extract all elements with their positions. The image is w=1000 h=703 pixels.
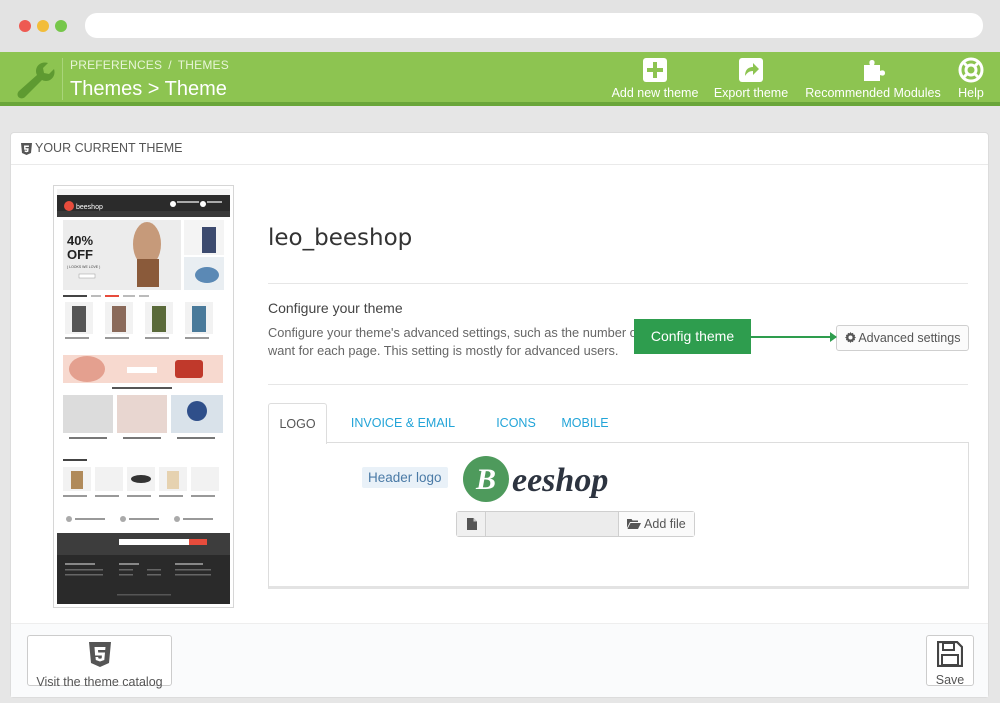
visit-theme-catalog-label: Visit the theme catalog [36,675,163,689]
advanced-settings-button[interactable]: Advanced settings [836,325,969,351]
html5-icon [88,642,111,667]
add-file-label: Add file [644,517,686,531]
browser-chrome [0,0,1000,52]
breadcrumb-separator: / [168,58,172,72]
wrench-icon [17,62,55,99]
file-icon [467,518,477,530]
panel-heading: YOUR CURRENT THEME [11,133,988,165]
callout-arrow-line [751,336,836,338]
theme-preview-thumbnail: beeshop 40% OFF ( LOOKS WE LOVE ) [53,185,234,608]
help-label: Help [958,86,984,100]
header-logo-label: Header logo [362,467,448,488]
logo-tab-pane: Header logo B eeshop Add file [268,442,969,589]
toolbar-divider [62,58,63,100]
file-upload-group: Add file [456,511,695,537]
file-path-input[interactable] [487,512,618,536]
address-bar[interactable] [85,13,983,38]
maximize-window-button[interactable] [55,20,67,32]
gear-icon [844,332,856,343]
minimize-window-button[interactable] [37,20,49,32]
puzzle-icon [864,60,885,81]
panel-footer: Visit the theme catalog Save [11,623,988,697]
close-window-button[interactable] [19,20,31,32]
breadcrumb-preferences[interactable]: PREFERENCES [70,58,162,72]
theme-tabs: LOGO INVOICE & EMAIL LOGOS ICONS MOBILE [268,403,969,470]
theme-preview-image: beeshop 40% OFF ( LOOKS WE LOVE ) [57,189,230,604]
logo-text: eeshop [512,462,608,499]
divider [268,384,968,385]
thumb-banner-sub: ( LOOKS WE LOVE ) [67,265,100,269]
configure-title: Configure your theme [268,300,403,316]
divider [268,283,968,284]
file-icon-box [457,512,486,536]
thumb-brand: beeshop [76,204,103,211]
help-button[interactable]: Help [953,57,989,103]
plus-icon [643,58,667,82]
logo-letter: B [475,463,496,496]
lifebuoy-icon [958,57,984,83]
tab-invoice-email-logos[interactable]: INVOICE & EMAIL LOGOS [338,403,468,470]
thumb-banner-off: OFF [67,247,93,262]
recommended-modules-button[interactable]: Recommended Modules [803,57,943,103]
add-new-theme-button[interactable]: Add new theme [610,57,700,103]
export-icon [739,58,763,82]
page-title: Themes > Theme [70,78,227,100]
tab-icons[interactable]: ICONS [492,403,540,443]
breadcrumb-themes[interactable]: THEMES [178,58,229,72]
configure-description: Configure your theme's advanced settings… [268,325,641,358]
panel-title: YOUR CURRENT THEME [35,141,183,155]
tab-mobile[interactable]: MOBILE [558,403,612,443]
save-button[interactable]: Save [926,635,974,687]
floppy-disk-icon [936,640,964,668]
export-theme-label: Export theme [713,86,789,100]
add-file-button[interactable]: Add file [618,512,694,536]
tab-logo[interactable]: LOGO [268,403,327,444]
html5-icon [21,143,32,155]
recommended-modules-label: Recommended Modules [805,86,941,100]
folder-open-icon [627,519,642,529]
thumb-banner-big: 40% [67,233,93,248]
beeshop-logo: B eeshop [462,453,622,505]
callout-arrow-head [830,332,837,342]
export-theme-button[interactable]: Export theme [712,57,790,103]
advanced-settings-label: Advanced settings [858,331,961,345]
visit-theme-catalog-button[interactable]: Visit the theme catalog [27,635,172,689]
breadcrumb: PREFERENCES / THEMES [70,58,229,72]
add-new-theme-label: Add new theme [611,86,699,100]
admin-toolbar: PREFERENCES / THEMES Themes > Theme Add ne… [0,52,1000,106]
current-theme-panel: YOUR CURRENT THEME beeshop 40% OFF ( LOO… [10,132,989,698]
config-theme-callout: Config theme [634,319,751,354]
save-label: Save [935,673,965,687]
theme-name: leo_beeshop [268,225,413,251]
